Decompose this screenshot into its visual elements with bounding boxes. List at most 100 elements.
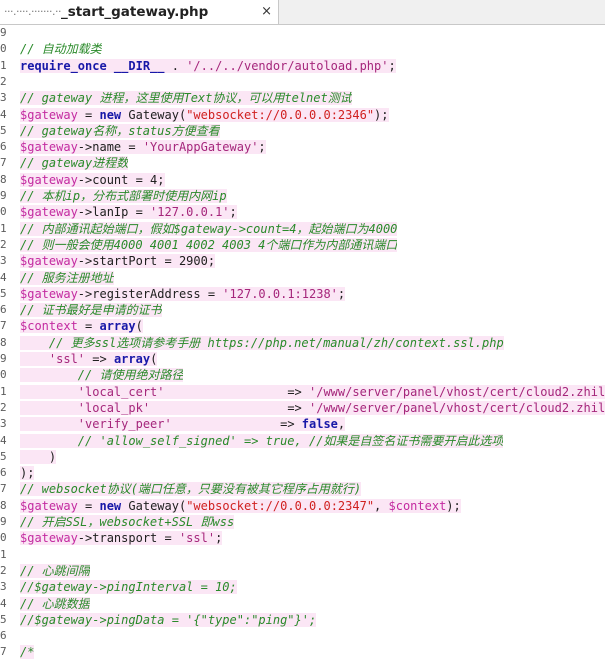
code-token: // 服务注册地址 [20,270,114,285]
code-line[interactable]: 7 $context = array( [0,318,605,334]
line-number-gutter: 2 [0,74,14,90]
code-token: '127.0.0.1' [150,205,230,220]
highlighted-span: $gateway->count = 4; [20,172,165,187]
code-line[interactable]: 6 $gateway->name = 'YourAppGateway'; [0,139,605,155]
code-line[interactable]: 3 //$gateway->pingInterval = 10; [0,579,605,595]
line-number-gutter: 5 [0,449,14,465]
highlighted-span: 'local_cert' => '/www/server/panel/vhost… [20,384,605,399]
code-token: => [171,417,302,432]
line-number-gutter: 5 [0,612,14,628]
code-line[interactable]: 2 'local_pk' => '/www/server/panel/vhost… [0,400,605,416]
code-token: ->name = [77,140,143,155]
line-number: 7 [0,482,7,496]
line-number: 9 [0,189,7,202]
line-number-gutter: 8 [0,498,14,514]
line-number: 4 [0,270,7,284]
line-number: 8 [0,172,7,186]
code-line[interactable]: 6); [0,465,605,481]
code-line[interactable]: 9 'ssl' => array( [0,351,605,367]
code-token: ( [150,352,158,366]
code-line[interactable]: 2 // 则一般会使用4000 4001 4002 4003 4个端口作为内部通讯… [0,237,605,253]
code-token: Gateway( [121,107,187,122]
code-line[interactable]: 5 ) [0,449,605,465]
code-token: // websocket协议(端口任意，只要没有被其它程序占用就行) [20,482,362,497]
code-line[interactable]: 9 // 本机ip，分布式部署时使用内网ip [0,188,605,204]
code-line[interactable]: 1 [0,547,605,563]
highlighted-span: // 'allow_self_signed' => true, //如果是自签名… [20,433,504,448]
code-line[interactable]: 8 $gateway = new Gateway("websocket://0.0… [0,498,605,514]
line-number: 2 [0,74,7,88]
line-number-gutter: 7 [0,155,14,171]
code-line[interactable]: 8 $gateway->count = 4; [0,172,605,188]
highlighted-span: // 更多ssl选项请参考手册 https://php.net/manual/z… [20,335,504,350]
code-line[interactable]: 6 // 证书最好是申请的证书 [0,302,605,318]
highlighted-span: ); [20,466,35,481]
file-tab[interactable]: ···.····.·······.··_start_gateway.php × [0,0,279,24]
code-text: 'local_pk' => '/www/server/panel/vhost/c… [20,400,605,416]
code-line[interactable]: 8 // 更多ssl选项请参考手册 https://php.net/manual… [0,335,605,351]
code-line[interactable]: 4 $gateway = new Gateway("websocket://0.0… [0,107,605,123]
line-number: 6 [0,466,7,480]
code-line[interactable]: 3 'verify_peer' => false, [0,416,605,432]
code-line[interactable]: 1 'local_cert' => '/www/server/panel/vho… [0,384,605,400]
line-number: 1 [0,384,7,398]
code-line[interactable]: 6 [0,628,605,644]
code-line[interactable]: 3 $gateway->startPort = 2900; [0,253,605,269]
code-token: Gateway( [121,498,187,513]
line-number: 6 [0,629,7,643]
line-number-gutter: 9 [0,25,14,41]
code-token: ; [229,205,237,220]
code-line[interactable]: 9 [0,25,605,41]
code-line[interactable]: 7 // websocket协议(端口任意，只要没有被其它程序占用就行) [0,481,605,497]
line-number: 8 [0,498,7,512]
code-token: => [164,384,309,399]
code-line[interactable]: 5 //$gateway->pingData = '{"type":"ping"}… [0,612,605,628]
code-line[interactable]: 0 // 请使用绝对路径 [0,367,605,383]
line-number-gutter: 0 [0,204,14,220]
code-line[interactable]: 7 // gateway进程数 [0,155,605,171]
code-line[interactable]: 5 $gateway->registerAddress = '127.0.0.1:… [0,286,605,302]
code-token: '127.0.0.1:1238' [222,286,338,301]
code-line[interactable]: 2 [0,74,605,90]
code-text: $gateway->count = 4; [20,172,165,188]
line-number: 5 [0,286,7,300]
code-line[interactable]: 4 // 'allow_self_signed' => true, //如果是自… [0,433,605,449]
code-token: => [150,400,309,415]
code-editor[interactable]: 9 0 // 自动加载类 1 require_once __DIR__ . '/../.… [0,25,605,660]
code-text: // gateway 进程，这里使用Text协议，可以用telnet测试 [20,90,352,106]
code-line[interactable]: 9 // 开启SSL，websocket+SSL 即wss [0,514,605,530]
line-number: 5 [0,123,7,137]
code-line[interactable]: 5 // gateway名称，status方便查看 [0,123,605,139]
code-token: // gateway 进程，这里使用Text协议，可以用telnet测试 [20,91,352,106]
code-line[interactable]: 0 $gateway->transport = 'ssl'; [0,530,605,546]
line-number: 7 [0,156,7,170]
code-line[interactable]: 2 // 心跳间隔 [0,563,605,579]
line-number-gutter: 0 [0,41,14,57]
line-number: 6 [0,303,7,317]
code-line[interactable]: 4 // 服务注册地址 [0,270,605,286]
line-number-gutter: 9 [0,188,14,204]
close-icon[interactable]: × [261,0,272,24]
highlighted-span: require_once __DIR__ . '/../../vendor/au… [20,58,396,73]
code-line[interactable]: 1 require_once __DIR__ . '/../../vendor/a… [0,58,605,74]
code-token: 2900 [178,254,208,269]
code-token: // 更多ssl选项请参考手册 https://php.net/manual/z… [20,335,504,350]
code-text: require_once __DIR__ . '/../../vendor/au… [20,58,396,74]
code-line[interactable]: 4 // 心跳数据 [0,596,605,612]
code-line[interactable]: 1 // 内部通讯起始端口，假如$gateway->count=4，起始端口为40… [0,221,605,237]
highlighted-span: // gateway进程数 [20,156,129,171]
code-span: // 自动加载类 [20,42,102,56]
code-token: $gateway [20,498,78,513]
code-token: // gateway进程数 [20,156,129,171]
code-token: 'verify_peer' [20,417,172,432]
code-token: . [164,58,187,73]
tab-filename-prefix: ···.····.·······.·· [4,5,61,18]
line-number-gutter: 3 [0,416,14,432]
line-number: 0 [0,531,7,545]
code-token: new [99,107,122,122]
code-line[interactable]: 0 $gateway->lanIp = '127.0.0.1'; [0,204,605,220]
code-line[interactable]: 7 /* [0,644,605,660]
code-line[interactable]: 3 // gateway 进程，这里使用Text协议，可以用telnet测试 [0,90,605,106]
code-line[interactable]: 0 // 自动加载类 [0,41,605,57]
highlighted-span: // websocket协议(端口任意，只要没有被其它程序占用就行) [20,482,362,497]
